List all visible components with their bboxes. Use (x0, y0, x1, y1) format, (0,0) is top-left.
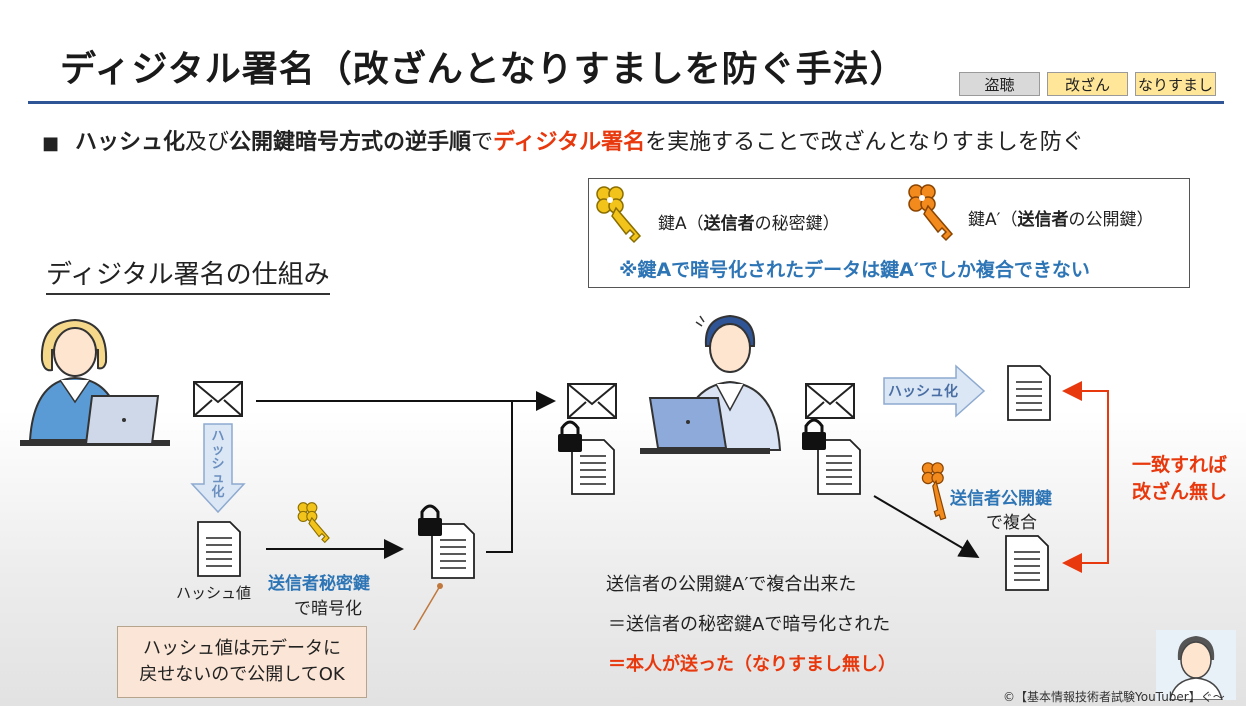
hash-arrow-down-label: ハッシュ化 (211, 429, 225, 500)
tag-spoofing: なりすまし (1135, 72, 1216, 96)
orange-key-icon (908, 184, 954, 242)
tag-eavesdropping: 盗聴 (959, 72, 1040, 96)
receiver-envelope-icon (567, 383, 617, 419)
hash-value-label: ハッシュ値 (176, 584, 252, 602)
legend-note: ※鍵Aで暗号化されたデータは鍵A′でしか複合できない (619, 259, 1090, 281)
match-result-label: 一致すれば 改ざん無し (1132, 454, 1228, 503)
bullet-statement: ■ ハッシュ化及び公開鍵暗号方式の逆手順でディジタル署名を実施することで改ざんとな… (42, 124, 1084, 156)
title-underline (28, 101, 1224, 104)
hash-value-document-icon (197, 521, 241, 577)
bullet-hash: ハッシュ化 (75, 130, 186, 155)
bullet-and: 及び (185, 130, 230, 155)
tag-tampering: 改ざん (1047, 72, 1128, 96)
padlock-icon (418, 504, 442, 536)
statement-3: ＝本人が送った（なりすまし無し） (608, 654, 896, 675)
hash-arrow-right-label: ハッシュ化 (888, 384, 958, 400)
hashed-message-document-icon (1007, 365, 1051, 421)
sender-public-key-icon (921, 462, 947, 521)
received-envelope-icon (805, 383, 855, 419)
copyright-credit: ©【基本情報技術者試験YouTuber】ぐ～ (1003, 690, 1225, 704)
sign-label-action: で暗号化 (294, 599, 362, 619)
envelope-icon (193, 381, 243, 417)
bullet-reverse: 公開鍵暗号方式の逆手順 (229, 130, 472, 155)
legend-key-a-prime: 鍵A′（送信者の公開鍵） (968, 210, 1154, 230)
legend-key-a: 鍵A（送信者の秘密鍵） (658, 214, 840, 234)
comparison-bracket (1068, 390, 1109, 564)
bullet-rest: を実施することで改ざんとなりすましを防ぐ (645, 130, 1084, 155)
sender-private-key-icon (297, 502, 330, 544)
sender-laptop-icon (84, 395, 160, 445)
bullet-de: で (471, 130, 494, 155)
page-title: ディジタル署名（改ざんとなりすましを防ぐ手法） (60, 49, 907, 90)
verify-label-action: で複合 (986, 513, 1037, 533)
verify-label-key: 送信者公開鍵 (950, 489, 1052, 509)
sign-label-key: 送信者秘密鍵 (268, 574, 370, 594)
hash-note-box: ハッシュ値は元データに 戻せないので公開してOK (117, 626, 367, 698)
section-heading: ディジタル署名の仕組み (46, 254, 330, 295)
statement-2: ＝送信者の秘密鍵Aで暗号化された (608, 614, 891, 635)
decrypted-hash-document-icon (1005, 535, 1049, 591)
bullet-signature: ディジタル署名 (493, 130, 646, 155)
bullet-marker: ■ (42, 133, 60, 154)
receiver-signed-document-icon (558, 420, 615, 495)
received-signed-document-icon (802, 418, 861, 495)
statement-1: 送信者の公開鍵A′で複合出来た (606, 574, 857, 595)
gold-key-icon (596, 186, 642, 244)
